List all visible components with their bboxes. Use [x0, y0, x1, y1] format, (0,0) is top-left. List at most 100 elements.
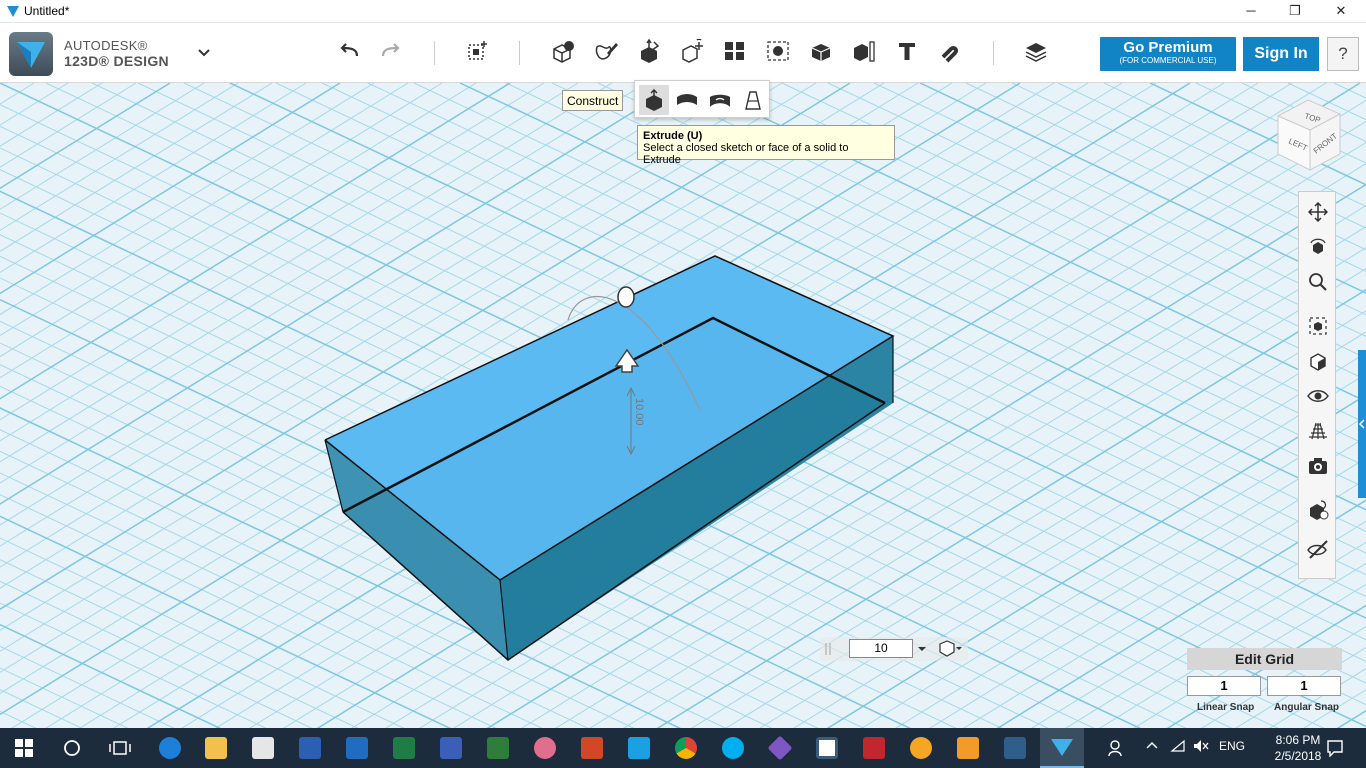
- text-icon[interactable]: [891, 35, 923, 67]
- construct-tooltip: Construct: [562, 90, 624, 111]
- brand-line1: AUTODESK®: [64, 38, 148, 53]
- side-panel-tab[interactable]: [1358, 350, 1366, 498]
- main-toolbar: AUTODESK® 123D® DESIGN Go Premium (FOR C…: [0, 23, 1366, 83]
- window-title: Untitled*: [24, 4, 70, 18]
- snap-magnet-icon[interactable]: [934, 35, 966, 67]
- pan-icon[interactable]: [1305, 199, 1331, 225]
- wifi-icon[interactable]: [1170, 739, 1186, 756]
- toolbar-separator: [519, 41, 520, 65]
- powerpoint-icon[interactable]: [577, 734, 607, 762]
- brand-line2: 123D® DESIGN: [64, 53, 169, 69]
- perspective-icon[interactable]: [1305, 348, 1331, 374]
- app-diamond-icon[interactable]: [765, 734, 795, 762]
- modify-icon[interactable]: [676, 35, 708, 67]
- visio-icon[interactable]: [436, 734, 466, 762]
- extrude-icon[interactable]: [639, 85, 669, 115]
- view-cube[interactable]: TOP LEFT FRONT: [1274, 98, 1344, 178]
- c-app-icon[interactable]: [624, 734, 654, 762]
- chevron-left-icon: [1358, 419, 1365, 429]
- word-icon[interactable]: [295, 734, 325, 762]
- grouping-icon[interactable]: [762, 35, 794, 67]
- go-premium-button[interactable]: Go Premium (FOR COMMERCIAL USE): [1100, 37, 1236, 71]
- revolve-icon[interactable]: [705, 85, 735, 115]
- material-visibility-icon[interactable]: [1305, 497, 1331, 523]
- dimension-label[interactable]: 10.00: [633, 398, 645, 426]
- sweep-icon[interactable]: [672, 85, 702, 115]
- clock-time: 8:06 PM: [1275, 733, 1321, 747]
- snap-value-input[interactable]: 10: [849, 639, 913, 658]
- extrude-tooltip-desc: Select a closed sketch or face of a soli…: [643, 142, 849, 166]
- 123d-design-taskbar-icon[interactable]: [1040, 728, 1084, 768]
- construct-submenu: [634, 80, 770, 118]
- loft-icon[interactable]: [738, 85, 768, 115]
- file-explorer-icon[interactable]: [201, 734, 231, 762]
- sketch-icon[interactable]: [590, 35, 622, 67]
- logo-icon: [17, 42, 45, 68]
- angular-snap-input[interactable]: 1: [1267, 676, 1341, 696]
- task-view-icon[interactable]: [105, 734, 135, 762]
- settings-app-icon[interactable]: [1000, 734, 1030, 762]
- fusion-icon[interactable]: [953, 734, 983, 762]
- volume-mute-icon[interactable]: [1193, 739, 1209, 756]
- app-logo[interactable]: [9, 32, 53, 76]
- measure-icon[interactable]: [848, 35, 880, 67]
- linear-snap-input[interactable]: 1: [1187, 676, 1261, 696]
- toolbar-separator: [434, 41, 435, 65]
- 3d-viewport[interactable]: 10.00 TOP LEFT FRONT: [0, 83, 1366, 728]
- app-icon: [7, 6, 19, 17]
- sign-in-button[interactable]: Sign In: [1243, 37, 1319, 71]
- help-button[interactable]: ?: [1327, 37, 1359, 71]
- go-premium-sublabel: (FOR COMMERCIAL USE): [1119, 56, 1217, 65]
- toolbar-separator: [993, 41, 994, 65]
- store-icon[interactable]: [248, 734, 278, 762]
- paint-icon[interactable]: [906, 734, 936, 762]
- zoom-icon[interactable]: [1305, 269, 1331, 295]
- app-menu-chevron-icon[interactable]: [197, 47, 211, 61]
- start-windows-icon[interactable]: [9, 734, 39, 762]
- edge-browser-icon[interactable]: [155, 734, 185, 762]
- linear-snap-label: Linear Snap: [1197, 702, 1255, 713]
- clock-date: 2/5/2018: [1274, 749, 1322, 763]
- excel-icon[interactable]: [389, 734, 419, 762]
- edit-grid-button[interactable]: Edit Grid: [1187, 648, 1342, 670]
- grid-toggle-icon[interactable]: [1305, 418, 1331, 444]
- rotate-handle-icon: [617, 286, 635, 308]
- primitives-icon[interactable]: [462, 35, 494, 67]
- snap-cube-icon: [939, 640, 955, 657]
- search-icon[interactable]: [57, 734, 87, 762]
- outline-visibility-icon[interactable]: [1305, 536, 1331, 562]
- language-indicator[interactable]: ENG: [1219, 739, 1245, 753]
- redo-icon[interactable]: [375, 35, 407, 67]
- skype-icon[interactable]: [718, 734, 748, 762]
- autocad-icon[interactable]: [859, 734, 889, 762]
- system-clock[interactable]: 8:06 PM 2/5/2018: [1270, 732, 1326, 764]
- combine-icon[interactable]: [805, 35, 837, 67]
- primitives-menu-icon[interactable]: [547, 35, 579, 67]
- visibility-eye-icon[interactable]: [1305, 383, 1331, 409]
- undo-icon[interactable]: [333, 35, 365, 67]
- maximize-button[interactable]: ❐: [1272, 0, 1318, 23]
- pattern-icon[interactable]: [719, 35, 751, 67]
- camera-icon[interactable]: [1305, 453, 1331, 479]
- paint-3d-icon[interactable]: [530, 734, 560, 762]
- project-icon[interactable]: [483, 734, 513, 762]
- angular-snap-label: Angular Snap: [1274, 702, 1340, 713]
- navigation-bar: [1298, 191, 1336, 579]
- construct-icon[interactable]: [633, 35, 665, 67]
- go-premium-label: Go Premium: [1123, 39, 1213, 56]
- extrude-tooltip: Extrude (U) Select a closed sketch or fa…: [637, 125, 895, 166]
- close-button[interactable]: ✕: [1318, 0, 1364, 23]
- chrome-icon[interactable]: [671, 734, 701, 762]
- title-bar: Untitled* ─ ❐ ✕: [0, 0, 1366, 23]
- outlook-icon[interactable]: [342, 734, 372, 762]
- orbit-icon[interactable]: [1305, 234, 1331, 260]
- notifications-icon[interactable]: [1320, 734, 1350, 762]
- scene-canvas[interactable]: 10.00: [0, 83, 1366, 728]
- bracket-app-icon[interactable]: [812, 734, 842, 762]
- minimize-button[interactable]: ─: [1228, 0, 1274, 23]
- materials-icon[interactable]: [1020, 35, 1052, 67]
- extrude-tooltip-title: Extrude (U): [643, 130, 703, 142]
- show-hidden-icons-icon[interactable]: [1146, 739, 1158, 753]
- fit-icon[interactable]: [1305, 313, 1331, 339]
- people-icon[interactable]: [1102, 734, 1132, 762]
